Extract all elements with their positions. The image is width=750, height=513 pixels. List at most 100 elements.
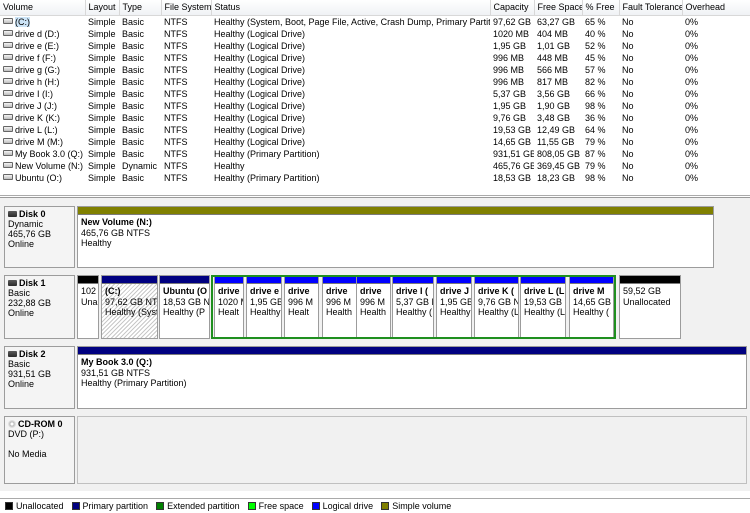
cell-file-system: NTFS: [164, 136, 188, 147]
table-row[interactable]: drive e (E:) Simple Basic NTFS Healthy (Logi…: [0, 40, 750, 52]
table-row[interactable]: (C:) Simple Basic NTFS Healthy (System, Boot…: [0, 15, 750, 28]
col-header-layout[interactable]: Layout: [85, 0, 120, 16]
cell-capacity: 97,62 GB: [493, 16, 532, 27]
partition-new-volume[interactable]: New Volume (N:) 465,76 GB NTFS Healthy: [77, 206, 714, 268]
cell-volume: drive e (E:): [0, 40, 85, 52]
cell-type: Basic: [122, 88, 145, 99]
partition-color-bar: [78, 207, 713, 215]
cell-volume: drive M (M:): [0, 136, 85, 148]
cell-file-system: NTFS: [164, 64, 188, 75]
partition-block[interactable]: 59,52 GB Unallocated: [619, 275, 681, 339]
cell-capacity: 5,37 GB: [493, 88, 527, 99]
disk-2-type: Basic: [8, 359, 31, 369]
cell-free-space: 11,55 GB: [537, 136, 575, 147]
cell-overhead: 0%: [685, 148, 699, 159]
partition-size: 97,62 GB NTFS: [105, 296, 157, 307]
cell-capacity: 9,76 GB: [493, 112, 527, 123]
cell-file-system: NTFS: [164, 88, 188, 99]
volume-name: drive f (F:): [15, 52, 57, 63]
partition-block[interactable]: 102 Una: [77, 275, 99, 339]
table-row[interactable]: drive f (F:) Simple Basic NTFS Healthy (Logi…: [0, 52, 750, 64]
partition-label: Ubuntu (O: [163, 286, 207, 296]
col-header-capacity[interactable]: Capacity: [490, 0, 535, 16]
volume-name: drive J (J:): [15, 100, 58, 111]
col-header-status[interactable]: Status: [211, 0, 491, 16]
cell-type: Basic: [122, 172, 145, 183]
cell-fault-tolerance: No: [622, 148, 634, 159]
col-header-percent-free[interactable]: % Free: [582, 0, 620, 16]
table-row[interactable]: Ubuntu (O:) Simple Basic NTFS Healthy (Prima…: [0, 172, 750, 184]
cell-fault-tolerance: No: [622, 16, 634, 27]
cell-type: Basic: [122, 148, 145, 159]
cell-percent-free: 45 %: [585, 52, 606, 63]
disk-1-info[interactable]: Disk 1 Basic 232,88 GB Online: [4, 275, 75, 339]
table-row[interactable]: drive K (K:) Simple Basic NTFS Healthy (Logi…: [0, 112, 750, 124]
disk-1-name: Disk 1: [19, 278, 46, 288]
table-row[interactable]: My Book 3.0 (Q:) Simple Basic NTFS Healthy (…: [0, 148, 750, 160]
partition-label: (C:): [105, 286, 121, 296]
drive-icon: [3, 174, 13, 181]
cdrom-0-type: DVD (P:): [8, 429, 44, 439]
cell-overhead: 0%: [685, 172, 699, 183]
drive-icon: [3, 66, 13, 73]
legend-label: Extended partition: [167, 501, 240, 511]
table-row[interactable]: drive h (H:) Simple Basic NTFS Healthy (Logi…: [0, 76, 750, 88]
cell-percent-free: 98 %: [585, 172, 606, 183]
legend-extended-partition: Extended partition: [156, 501, 240, 511]
partition-label: New Volume (N:): [81, 217, 152, 227]
cell-overhead: 0%: [685, 112, 699, 123]
partition-block[interactable]: Ubuntu (O18,53 GB NTFHealthy (P: [159, 275, 210, 339]
disk-icon: [8, 280, 17, 286]
cell-free-space: 12,49 GB: [537, 124, 576, 135]
table-row[interactable]: drive I (I:) Simple Basic NTFS Healthy (Logi…: [0, 88, 750, 100]
cell-capacity: 14,65 GB: [493, 136, 532, 147]
cell-status: Healthy (Primary Partition): [214, 172, 320, 183]
cell-layout: Simple: [88, 40, 116, 51]
cell-status: Healthy (Logical Drive): [214, 28, 306, 39]
disk-2-row: Disk 2 Basic 931,51 GB Online My Book 3.…: [0, 346, 750, 409]
table-row[interactable]: drive d (D:) Simple Basic NTFS Healthy (Logi…: [0, 28, 750, 40]
volume-name: drive I (I:): [15, 88, 54, 99]
cell-fault-tolerance: No: [622, 40, 634, 51]
cdrom-0-info[interactable]: CD-ROM 0 DVD (P:) No Media: [4, 416, 75, 484]
col-header-free-space[interactable]: Free Space: [534, 0, 583, 16]
cell-capacity: 18,53 GB: [493, 172, 532, 183]
table-row[interactable]: drive J (J:) Simple Basic NTFS Healthy (Logi…: [0, 100, 750, 112]
partition-block[interactable]: (C:)97,62 GB NTFSHealthy (Syst: [101, 275, 158, 339]
cell-fault-tolerance: No: [622, 76, 634, 87]
cell-fault-tolerance: No: [622, 28, 634, 39]
volume-name: New Volume (N:): [15, 160, 84, 171]
disk-2-info[interactable]: Disk 2 Basic 931,51 GB Online: [4, 346, 75, 409]
disk-1-row: Disk 1 Basic 232,88 GB Online 102 Una (C:)…: [0, 275, 750, 339]
cell-percent-free: 36 %: [585, 112, 606, 123]
col-header-fault-tolerance[interactable]: Fault Tolerance: [619, 0, 683, 16]
cell-capacity: 1,95 GB: [493, 40, 527, 51]
drive-icon: [3, 42, 13, 49]
table-row[interactable]: drive L (L:) Simple Basic NTFS Healthy (Logi…: [0, 124, 750, 136]
cell-type: Basic: [122, 136, 145, 147]
table-row[interactable]: drive M (M:) Simple Basic NTFS Healthy (Logi…: [0, 136, 750, 148]
drive-icon: [3, 90, 13, 97]
volume-name: My Book 3.0 (Q:): [15, 148, 84, 159]
cell-overhead: 0%: [685, 136, 699, 147]
disk-1-size: 232,88 GB: [8, 298, 52, 308]
table-row[interactable]: New Volume (N:) Simple Dynamic NTFS Healthy 4…: [0, 160, 750, 172]
col-header-overhead[interactable]: Overhead: [682, 0, 750, 16]
cell-volume: drive h (H:): [0, 76, 85, 88]
cell-capacity: 1,95 GB: [493, 100, 527, 111]
partition-my-book[interactable]: My Book 3.0 (Q:) 931,51 GB NTFS Healthy …: [77, 346, 747, 409]
cell-volume: drive d (D:): [0, 28, 85, 40]
cell-layout: Simple: [88, 172, 116, 183]
disk-2-name: Disk 2: [19, 349, 46, 359]
cell-overhead: 0%: [685, 124, 699, 135]
partition-color-bar: [78, 276, 98, 284]
cell-overhead: 0%: [685, 88, 699, 99]
cell-type: Basic: [122, 40, 145, 51]
disk-0-info[interactable]: Disk 0 Dynamic 465,76 GB Online: [4, 206, 75, 268]
table-row[interactable]: drive g (G:) Simple Basic NTFS Healthy (Logi…: [0, 64, 750, 76]
col-header-type[interactable]: Type: [119, 0, 162, 16]
partition-size: 59,52 GB: [623, 286, 662, 296]
cell-percent-free: 57 %: [585, 64, 606, 75]
col-header-volume[interactable]: Volume: [0, 0, 86, 16]
col-header-file-system[interactable]: File System: [161, 0, 212, 16]
